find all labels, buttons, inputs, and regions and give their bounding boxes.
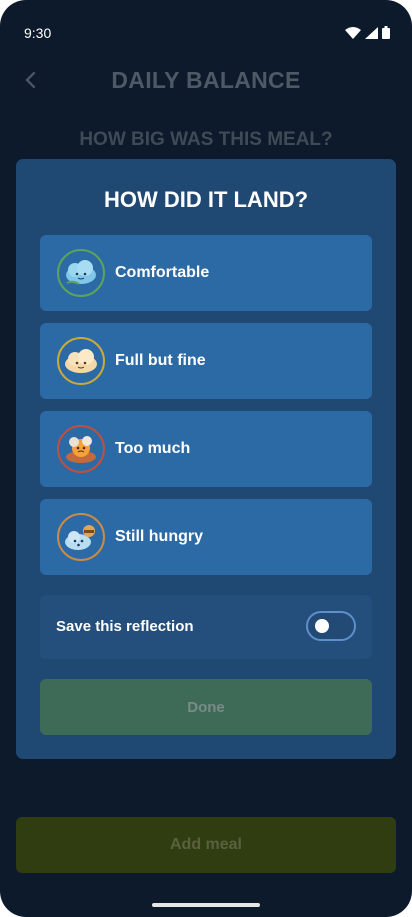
done-button[interactable]: Done (40, 679, 372, 735)
status-icons (345, 26, 390, 39)
signal-icon (365, 26, 378, 39)
app-header: DAILY BALANCE (0, 60, 412, 100)
status-time: 9:30 (24, 25, 52, 41)
phone-screen: 9:30 DAILY BALANCE HOW BIG WAS THIS MEAL… (0, 0, 412, 917)
option-label: Full but fine (115, 352, 206, 369)
reflection-modal: HOW DID IT LAND? Comfortable Full but fi… (16, 159, 396, 759)
save-reflection-label: Save this reflection (56, 618, 194, 635)
modal-title: HOW DID IT LAND? (103, 187, 309, 212)
save-reflection-toggle[interactable] (306, 611, 356, 641)
hungry-cloud-icon (57, 513, 105, 561)
overfull-cloud-icon (57, 425, 105, 473)
options-list: Comfortable Full but fine Too much Still… (40, 235, 372, 587)
option-label: Too much (115, 440, 191, 457)
save-reflection-row: Save this reflection (40, 595, 372, 659)
option-label: Still hungry (115, 528, 203, 545)
add-meal-button[interactable]: Add meal (16, 817, 396, 873)
option-comfortable[interactable]: Comfortable (40, 235, 372, 311)
option-too-much[interactable]: Too much (40, 411, 372, 487)
option-full-but-fine[interactable]: Full but fine (40, 323, 372, 399)
battery-icon (382, 26, 390, 39)
calm-cloud-icon (57, 249, 105, 297)
option-still-hungry[interactable]: Still hungry (40, 499, 372, 575)
full-cloud-icon (57, 337, 105, 385)
wifi-icon (345, 26, 361, 39)
option-label: Comfortable (115, 264, 210, 281)
toggle-knob (315, 619, 329, 633)
meal-size-question: HOW BIG WAS THIS MEAL? (79, 129, 333, 150)
status-bar: 9:30 (0, 0, 412, 60)
home-indicator[interactable] (152, 903, 260, 907)
page-title: DAILY BALANCE (111, 67, 301, 93)
